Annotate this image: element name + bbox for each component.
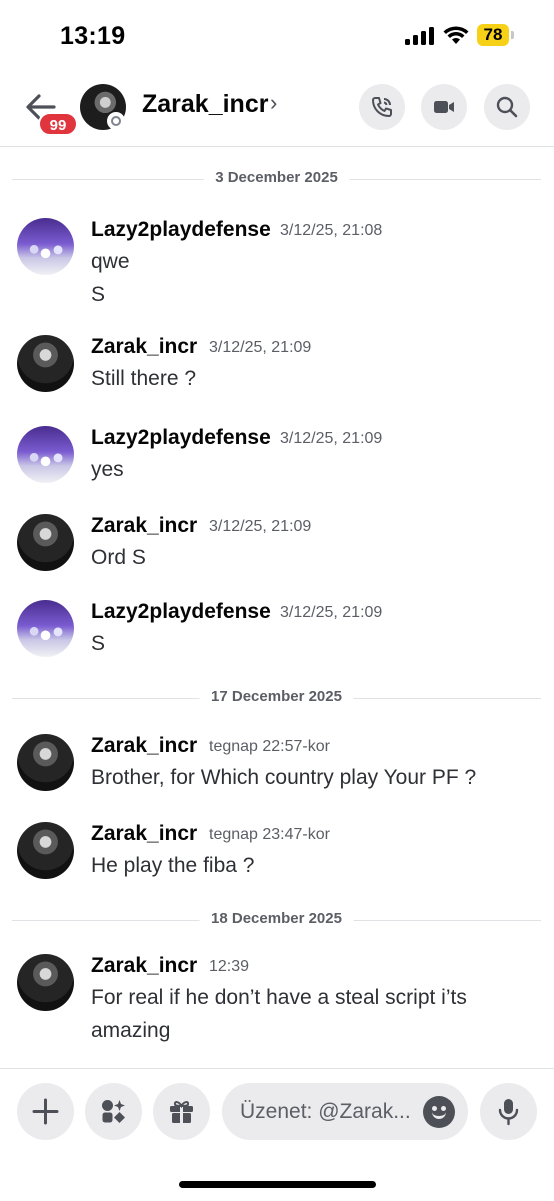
offline-status-icon (107, 112, 125, 130)
message-author[interactable]: Lazy2playdefense (91, 218, 271, 242)
message-text: For real if he don’t have a steal script… (91, 986, 467, 1009)
avatar[interactable] (17, 600, 74, 657)
status-bar: 13:19 78 (0, 0, 554, 72)
message-text: amazing (91, 1019, 171, 1042)
message-author[interactable]: Zarak_incr (91, 822, 197, 846)
avatar[interactable] (17, 822, 74, 879)
message-text: S (91, 632, 106, 655)
message-author[interactable]: Zarak_incr (91, 335, 197, 359)
message-timestamp: 3/12/25, 21:09 (280, 604, 383, 621)
avatar[interactable] (17, 734, 74, 791)
plus-icon (32, 1098, 59, 1125)
phone-icon (372, 97, 392, 117)
message-timestamp: tegnap 22:57-kor (209, 738, 330, 755)
home-indicator (179, 1181, 376, 1188)
chat-header: 99 Zarak_incr › (0, 72, 554, 147)
voice-message-button[interactable] (480, 1083, 537, 1140)
date-divider-label: 3 December 2025 (203, 169, 350, 186)
message-input-placeholder: Üzenet: @Zarak... (240, 1100, 411, 1123)
status-time: 13:19 (60, 22, 126, 50)
chevron-right-icon[interactable]: › (270, 90, 277, 116)
video-camera-icon (434, 101, 454, 113)
message-author[interactable]: Lazy2playdefense (91, 426, 271, 450)
unread-badge: 99 (38, 112, 78, 136)
avatar[interactable] (17, 514, 74, 571)
message-text: S (91, 283, 106, 306)
avatar[interactable] (17, 218, 74, 275)
date-divider-label: 17 December 2025 (199, 688, 354, 705)
avatar[interactable] (17, 954, 74, 1011)
battery-indicator: 78 (477, 24, 509, 46)
message-timestamp: 3/12/25, 21:09 (209, 518, 312, 535)
message-timestamp: 12:39 (209, 958, 250, 975)
date-divider: 18 December 2025 (12, 910, 541, 930)
message-author[interactable]: Zarak_incr (91, 734, 197, 758)
wifi-icon (443, 26, 469, 44)
message-timestamp: 3/12/25, 21:09 (209, 339, 312, 356)
message-text: qwe (91, 250, 130, 273)
video-call-button[interactable] (421, 84, 467, 130)
apps-icon (102, 1100, 125, 1123)
message-timestamp: 3/12/25, 21:09 (280, 430, 383, 447)
apps-button[interactable] (85, 1083, 142, 1140)
search-icon (496, 96, 518, 118)
search-button[interactable] (484, 84, 530, 130)
message-timestamp: 3/12/25, 21:08 (280, 222, 383, 239)
message-text: yes (91, 458, 124, 481)
message-text: Ord S (91, 546, 146, 569)
message-author[interactable]: Zarak_incr (91, 954, 197, 978)
date-divider: 17 December 2025 (12, 688, 541, 708)
message-text: Brother, for Which country play Your PF … (91, 766, 477, 789)
date-divider: 3 December 2025 (12, 169, 541, 189)
avatar[interactable] (17, 335, 74, 392)
battery-tip (511, 31, 514, 39)
message-input[interactable]: Üzenet: @Zarak... (222, 1083, 468, 1140)
voice-call-button[interactable] (359, 84, 405, 130)
add-attachment-button[interactable] (17, 1083, 74, 1140)
emoji-icon[interactable] (423, 1096, 455, 1128)
message-author[interactable]: Zarak_incr (91, 514, 197, 538)
channel-name[interactable]: Zarak_incr (142, 90, 268, 119)
microphone-icon (498, 1099, 519, 1126)
cellular-signal-icon (405, 27, 435, 45)
message-text: Still there ? (91, 367, 197, 390)
gift-button[interactable] (153, 1083, 210, 1140)
message-text: He play the fiba ? (91, 854, 255, 877)
avatar[interactable] (17, 426, 74, 483)
date-divider-label: 18 December 2025 (199, 910, 354, 927)
message-timestamp: tegnap 23:47-kor (209, 826, 330, 843)
message-author[interactable]: Lazy2playdefense (91, 600, 271, 624)
gift-icon (170, 1101, 193, 1123)
